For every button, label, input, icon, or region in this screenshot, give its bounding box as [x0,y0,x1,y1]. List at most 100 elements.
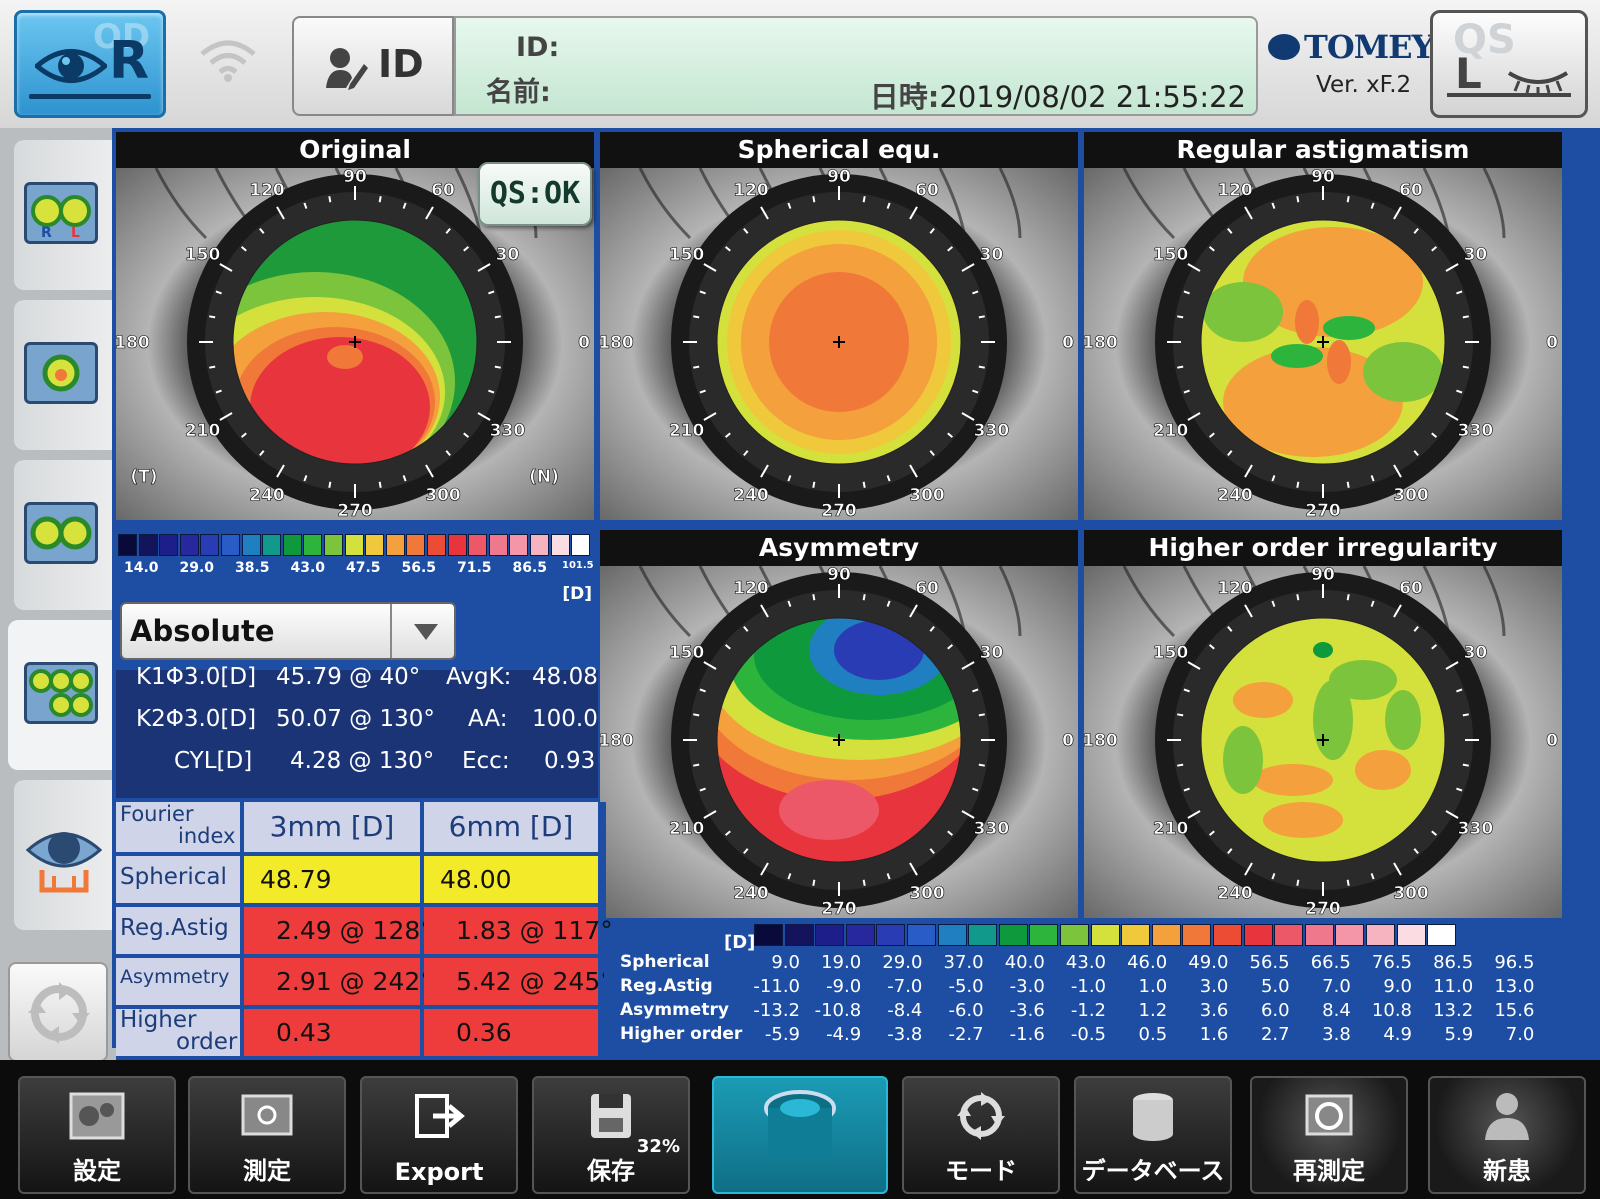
scale-mode-select[interactable]: Absolute [120,602,456,660]
scale-swatch [550,534,570,556]
legend-value: 40.0 [1004,952,1045,973]
legend-swatch [968,924,998,946]
export-icon [415,1094,465,1138]
angle-label: 330 [974,819,1010,839]
legend-value: 86.5 [1433,952,1474,973]
scale-tick-label: 71.5 [457,560,492,576]
fourier-value-v6: 0.36 [424,1009,598,1056]
angle-label: 0 [1062,731,1074,751]
angle-label: 150 [185,245,221,265]
angle-label: 150 [669,643,705,663]
scale-swatch [427,534,446,556]
fourier-row-label-bottom: order [176,1029,238,1055]
scale-tick-label: 29.0 [179,560,215,576]
legend-swatch [1151,924,1181,946]
legend-value: -3.8 [887,1024,923,1045]
angle-label: 90 [827,168,851,187]
legend-value: -13.2 [753,1000,800,1021]
sidebar-layout-single[interactable] [14,300,114,450]
scale-swatch [406,534,426,556]
map-spherical[interactable]: Spherical equ. 90 60 30 0 330 300 270 240 210 180 1… [600,132,1078,520]
legend-unit: [D] [724,932,756,953]
legend-value: 46.0 [1127,952,1168,973]
scale-tick-label: 14.0 [124,560,159,576]
legend-value: -11.0 [753,976,800,997]
legend-value: -0.5 [1070,1024,1106,1045]
legend-value: 1.2 [1138,1000,1168,1021]
fourier-row-label-text: Reg.Astig [120,915,229,941]
legend-swatch [876,924,906,946]
fourier-row-label-text: Spherical [120,864,227,890]
patient-id-button[interactable]: ID [292,16,454,116]
angle-label: 180 [116,333,150,353]
toolbar-button-save[interactable]: 保存 32% [532,1076,690,1194]
legend-value: 29.0 [882,952,923,973]
right-eye-button[interactable]: OD R [14,10,166,118]
legend-value: -8.4 [887,1000,923,1021]
legend-value: 6.0 [1260,1000,1290,1021]
eye-scan-icon [26,832,102,893]
legend-value: 3.0 [1199,976,1229,997]
temporal-label: (T) [130,467,157,487]
legend-swatch [1182,924,1212,946]
toolbar-button-capture[interactable] [712,1076,888,1194]
angle-label: 270 [821,501,857,520]
datetime: 日時:2019/08/02 21:55:22 [870,74,1246,116]
sidebar-refresh-button[interactable] [8,962,108,1062]
toolbar-button-remeasure[interactable]: 再測定 [1250,1076,1408,1194]
save-icon [591,1094,631,1138]
scale-swatch [241,534,261,556]
brand-mark [1268,34,1300,60]
sidebar-eye-view[interactable] [14,780,114,930]
qs-button-bar [1447,93,1571,97]
legend-value: 43.0 [1065,952,1106,973]
sidebar-layout-both-eyes[interactable]: R L [14,140,114,290]
wifi-icon [200,40,256,82]
angle-label: 0 [1546,333,1558,353]
scale-swatch [468,534,488,556]
legend-swatch [1060,924,1089,946]
five-map-layout-icon [24,662,98,724]
sidebar-layout-double[interactable] [14,460,114,610]
settings-icon [69,1092,125,1140]
toolbar-button-database[interactable]: データベース [1074,1076,1232,1194]
legend-swatch [1427,924,1457,946]
map-astig[interactable]: Regular astigmatism 90 60 30 0 330 300 270 240 21… [1084,132,1562,520]
fourier-value-v3: 2.49 @ 128° [244,907,433,954]
corner-top: Fourier [120,802,194,826]
toolbar-button-new-patient[interactable]: 新患 [1428,1076,1586,1194]
angle-label: 60 [915,579,939,599]
angle-label: 180 [600,731,634,751]
cyl-label: CYL[D] [174,748,253,774]
legend-value: 1.0 [1138,976,1168,997]
fourier-value-v3: 2.91 @ 242° [244,958,433,1005]
scale-swatch [221,534,240,556]
legend-swatch [1396,924,1426,946]
scale-swatch [159,534,179,556]
toolbar-button-settings[interactable]: 設定 [18,1076,176,1194]
left-eye-qs-button[interactable]: QS L [1430,10,1588,118]
fourier-value-v6: 48.00 [424,856,598,903]
scale-swatch [179,534,199,556]
toolbar-button-label: Export [394,1158,484,1186]
legend-value: 37.0 [943,952,984,973]
angle-label: 30 [1464,643,1488,663]
angle-label: 0 [1546,731,1558,751]
map-asym[interactable]: Asymmetry 90 60 30 0 330 300 270 240 210 180 150 120 [600,530,1078,918]
toolbar-button-export[interactable]: Export [360,1076,518,1194]
sidebar-layout-five-maps[interactable] [8,620,116,770]
map-hoi[interactable]: Higher order irregularity 90 60 30 0 330 300 27… [1084,530,1562,918]
angle-label: 210 [669,819,705,839]
angle-label: 180 [600,333,634,353]
legend-value: 10.8 [1371,1000,1412,1021]
brand-name: TOMEY [1304,28,1434,66]
fourier-row-label: Asymmetry [116,958,240,1005]
toolbar-button-mode[interactable]: モード [902,1076,1060,1194]
nasal-label: (N) [529,467,559,487]
toolbar-button-measure[interactable]: 測定 [188,1076,346,1194]
database-icon [1133,1093,1173,1141]
map-original[interactable]: Original 90 60 30 0 330 300 270 240 210 180 150 120(… [116,132,594,520]
angle-label: 330 [1458,819,1494,839]
angle-label: 300 [909,883,945,903]
corner-bottom: index [178,824,236,848]
